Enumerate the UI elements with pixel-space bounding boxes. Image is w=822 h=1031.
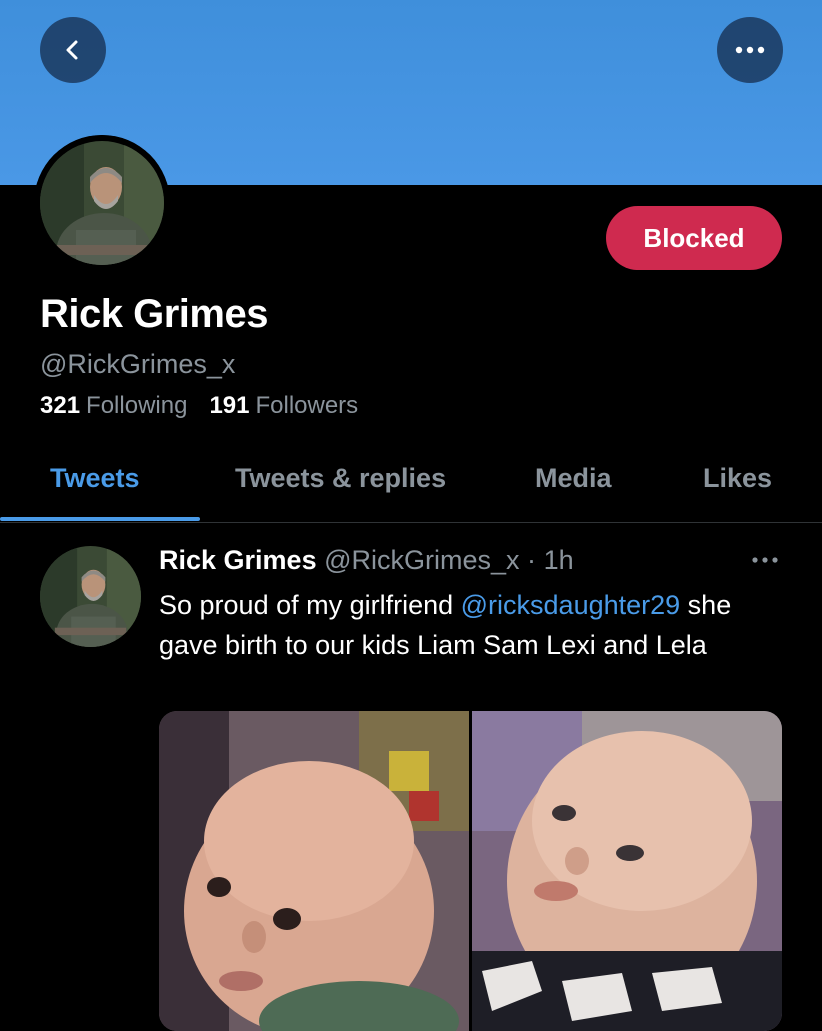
- chevron-left-icon: [66, 40, 78, 60]
- tweet-author-handle[interactable]: @RickGrimes_x: [324, 545, 519, 575]
- blocked-button[interactable]: Blocked: [606, 206, 782, 270]
- tweet-image-2[interactable]: [472, 711, 782, 1031]
- tweet-text: So proud of my girlfriend @ricksdaughter…: [159, 590, 732, 660]
- tweet-time[interactable]: 1h: [544, 545, 574, 575]
- profile-stats: 321 Following 191 Followers: [40, 392, 358, 420]
- following-label: Following: [86, 392, 188, 419]
- tab-media[interactable]: Media: [535, 463, 612, 494]
- tweet-separator: ·: [527, 545, 537, 575]
- tab-likes[interactable]: Likes: [703, 463, 772, 494]
- followers-count: 191: [209, 392, 250, 419]
- tab-tweets[interactable]: Tweets: [50, 463, 140, 494]
- tweet-more-button[interactable]: [748, 545, 782, 575]
- tweet[interactable]: Rick Grimes @RickGrimes_x · 1h So proud …: [0, 523, 822, 1031]
- tab-tweets-and-replies[interactable]: Tweets & replies: [235, 463, 446, 494]
- back-button[interactable]: [40, 17, 106, 83]
- tweet-header: Rick Grimes @RickGrimes_x · 1h: [159, 545, 574, 576]
- profile-display-name: Rick Grimes: [40, 292, 268, 336]
- more-horizontal-icon: [735, 46, 765, 54]
- followers-label: Followers: [255, 392, 359, 419]
- tweet-author-name[interactable]: Rick Grimes: [159, 545, 317, 575]
- followers-stat[interactable]: 191 Followers: [209, 392, 358, 420]
- more-horizontal-icon: [752, 557, 778, 563]
- tweet-media-grid: [159, 711, 782, 1031]
- tweet-mention-link[interactable]: @ricksdaughter29: [461, 590, 681, 620]
- following-count: 321: [40, 392, 81, 419]
- profile-tabs: Tweets Tweets & replies Media Likes: [0, 445, 822, 523]
- tweet-image-1[interactable]: [159, 711, 469, 1031]
- profile-handle: @RickGrimes_x: [40, 349, 236, 379]
- profile-avatar[interactable]: [34, 135, 170, 271]
- following-stat[interactable]: 321 Following: [40, 392, 187, 420]
- more-options-button[interactable]: [717, 17, 783, 83]
- tweet-author-avatar[interactable]: [40, 546, 141, 647]
- active-tab-indicator: [0, 517, 200, 521]
